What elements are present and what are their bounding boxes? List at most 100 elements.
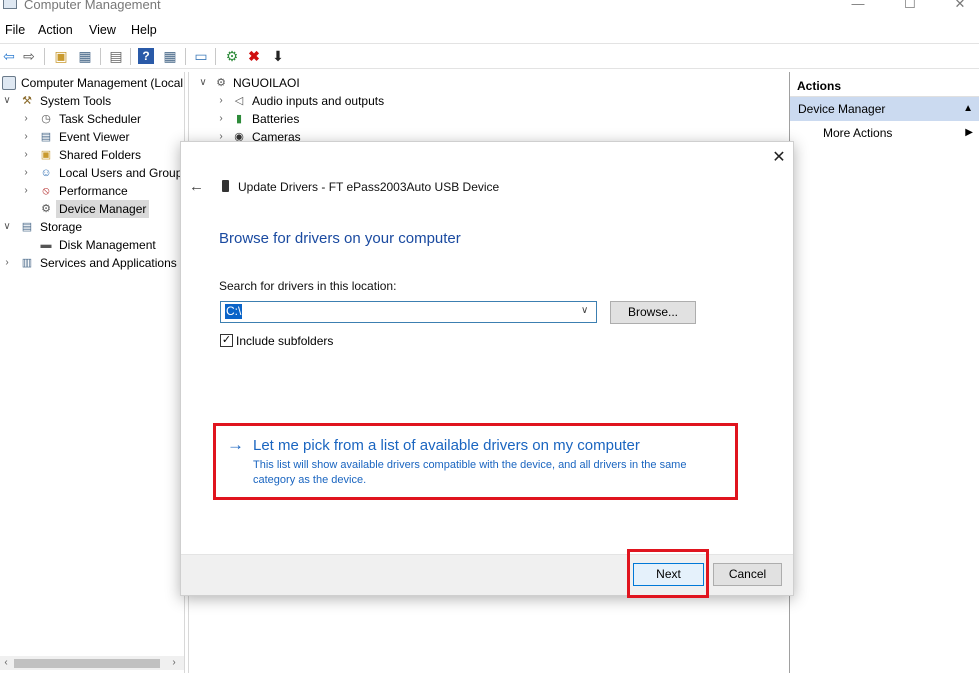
more-actions-label: More Actions (823, 126, 893, 140)
window-title: Computer Management (24, 0, 161, 12)
system-tools-icon: ⚒ (22, 95, 32, 107)
device-category-audio[interactable]: › ◁ Audio inputs and outputs (189, 92, 779, 110)
tree-item-task-scheduler[interactable]: › ◷ Task Scheduler (0, 110, 184, 128)
console-tree: Computer Management (Local ∨ ⚒ System To… (0, 72, 185, 673)
include-subfolders-checkbox[interactable]: ✓ (220, 334, 233, 347)
chevron-right-icon[interactable]: › (21, 110, 31, 128)
update-driver-icon[interactable]: ⬇ (270, 48, 286, 64)
tree-item-shared-folders[interactable]: › ▣ Shared Folders (0, 146, 184, 164)
close-window-button[interactable]: ✕ (950, 0, 970, 11)
device-manager-icon: ⚙ (41, 203, 51, 215)
actions-section-device-manager[interactable]: Device Manager ▲ (790, 97, 979, 121)
tree-item-label: Shared Folders (59, 148, 142, 162)
computer-management-app-icon (3, 0, 17, 9)
more-actions-item[interactable]: More Actions ▶ (790, 123, 979, 143)
tree-item-event-viewer[interactable]: › ▤ Event Viewer (0, 128, 184, 146)
browse-button[interactable]: Browse... (610, 301, 696, 324)
show-hide-action-pane-icon[interactable]: ▦ (162, 48, 178, 64)
scrollbar-thumb[interactable] (14, 659, 160, 668)
chevron-down-icon[interactable]: ∨ (2, 218, 12, 236)
scroll-right-icon[interactable]: › (168, 656, 180, 670)
tree-item-performance[interactable]: › ⦸ Performance (0, 182, 184, 200)
computer-icon: ⚙ (216, 77, 226, 89)
device-category-batteries[interactable]: › ▮ Batteries (189, 110, 779, 128)
menu-file[interactable]: File (5, 23, 25, 37)
back-arrow-icon[interactable]: ← (189, 179, 205, 195)
actions-section-label: Device Manager (798, 102, 886, 116)
storage-icon: ▤ (21, 221, 33, 233)
collapse-up-icon[interactable]: ▲ (963, 97, 973, 121)
tree-item-label: Device Manager (56, 200, 150, 218)
tree-item-services-applications[interactable]: › ▥ Services and Applications (0, 254, 184, 272)
monitor-icon[interactable]: ▭ (193, 48, 209, 64)
services-icon: ▥ (21, 257, 33, 269)
chevron-right-icon[interactable]: › (2, 254, 12, 272)
include-subfolders-label[interactable]: Include subfolders (236, 334, 333, 348)
cancel-button[interactable]: Cancel (713, 563, 782, 586)
chevron-right-icon[interactable]: › (21, 146, 31, 164)
show-hide-tree-icon[interactable]: ▦ (77, 48, 93, 64)
update-drivers-dialog: ✕ ← Update Drivers - FT ePass2003Auto US… (180, 141, 794, 598)
forward-arrow-icon[interactable]: ⇨ (21, 48, 37, 64)
chevron-down-icon[interactable]: ∨ (2, 92, 12, 110)
pick-from-list-description: This list will show available drivers co… (253, 459, 687, 486)
menu-view[interactable]: View (89, 23, 116, 37)
dialog-title: Update Drivers - FT ePass2003Auto USB De… (238, 180, 500, 194)
chevron-down-icon[interactable]: ∨ (198, 74, 208, 92)
tree-item-label: Task Scheduler (59, 112, 142, 126)
computer-name: NGUOILAOI (233, 76, 300, 90)
menu-action[interactable]: Action (38, 23, 73, 37)
tree-item-disk-management[interactable]: ▬ Disk Management (0, 236, 184, 254)
driver-location-value[interactable]: C:\ (225, 304, 243, 319)
uninstall-device-icon[interactable]: ✖ (246, 48, 262, 64)
chevron-down-icon[interactable]: ∨ (581, 305, 588, 316)
next-button[interactable]: Next (633, 563, 704, 586)
event-viewer-icon: ▤ (40, 131, 52, 143)
tree-item-label: Services and Applications (40, 256, 177, 270)
performance-icon: ⦸ (42, 185, 50, 197)
scroll-left-icon[interactable]: ‹ (0, 656, 12, 670)
disk-icon: ▬ (40, 239, 52, 251)
tree-item-label: Event Viewer (59, 130, 130, 144)
pick-from-list-link[interactable]: Let me pick from a list of available dri… (253, 437, 640, 454)
scan-hardware-icon[interactable]: ⚙ (224, 48, 240, 64)
chevron-right-icon[interactable]: › (216, 110, 226, 128)
arrow-right-icon[interactable]: → (227, 435, 244, 455)
chevron-right-icon[interactable]: › (21, 182, 31, 200)
battery-icon: ▮ (235, 113, 243, 125)
tree-item-storage[interactable]: ∨ ▤ Storage (0, 218, 184, 236)
dialog-heading: Browse for drivers on your computer (219, 230, 461, 247)
menu-bar: File Action View Help (0, 20, 979, 41)
search-location-label: Search for drivers in this location: (219, 279, 397, 293)
chevron-right-icon[interactable]: › (21, 164, 31, 182)
help-icon[interactable]: ? (138, 48, 154, 64)
tree-item-system-tools[interactable]: ∨ ⚒ System Tools (0, 92, 184, 110)
back-arrow-icon[interactable]: ⇦ (1, 48, 17, 64)
tree-item-local-users[interactable]: › ☺ Local Users and Groups (0, 164, 184, 182)
toolbar-separator (44, 48, 45, 65)
menu-help[interactable]: Help (131, 23, 157, 37)
toolbar-separator (185, 48, 186, 65)
toolbar: ⇦ ⇨ ▣ ▦ ▤ ? ▦ ▭ ⚙ ✖ ⬇ (0, 43, 979, 69)
toolbar-separator (215, 48, 216, 65)
driver-location-combobox[interactable]: C:\ ∨ (220, 301, 597, 323)
tree-item-device-manager[interactable]: ⚙ Device Manager (0, 200, 184, 218)
tree-item-computer-management[interactable]: Computer Management (Local (0, 74, 184, 92)
chevron-right-icon[interactable]: › (21, 128, 31, 146)
up-folder-icon[interactable]: ▣ (53, 48, 69, 64)
speaker-icon: ◁ (234, 95, 244, 107)
properties-icon[interactable]: ▤ (108, 48, 124, 64)
maximize-button[interactable]: ☐ (900, 0, 920, 11)
tree-item-label: System Tools (40, 94, 112, 108)
tree-item-label: Storage (40, 220, 83, 234)
title-bar: Computer Management — ☐ ✕ (0, 0, 979, 16)
usb-device-icon (222, 180, 229, 192)
device-category-label: Audio inputs and outputs (252, 94, 385, 108)
chevron-right-icon[interactable]: › (216, 92, 226, 110)
toolbar-separator (100, 48, 101, 65)
device-root[interactable]: ∨ ⚙ NGUOILAOI (189, 74, 779, 92)
horizontal-scrollbar[interactable]: ‹ › (0, 656, 184, 670)
close-icon[interactable]: ✕ (771, 150, 787, 166)
device-category-label: Batteries (252, 112, 300, 126)
minimize-button[interactable]: — (848, 0, 868, 11)
